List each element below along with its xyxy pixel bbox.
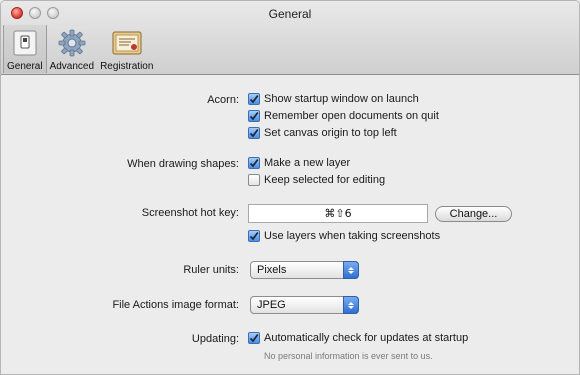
tab-general-label: General	[7, 61, 43, 72]
option-auto-check-updates[interactable]: Automatically check for updates at start…	[248, 332, 468, 344]
preferences-toolbar: General Advanced Registration	[3, 25, 156, 73]
checkbox[interactable]	[248, 230, 260, 242]
hotkey-label: Screenshot hot key:	[141, 207, 239, 219]
checkbox-label: Use layers when taking screenshots	[264, 230, 441, 242]
change-hotkey-button[interactable]: Change...	[435, 206, 512, 222]
drawing-shapes-label: When drawing shapes:	[127, 158, 239, 170]
file-actions-format-value: JPEG	[257, 299, 286, 311]
option-use-layers-screenshots[interactable]: Use layers when taking screenshots	[248, 230, 440, 242]
checkbox[interactable]	[248, 174, 260, 186]
ruler-units-label: Ruler units:	[183, 264, 239, 276]
privacy-note: No personal information is ever sent to …	[264, 351, 433, 361]
option-show-startup-window[interactable]: Show startup window on launch	[248, 93, 419, 105]
checkbox-label: Automatically check for updates at start…	[264, 332, 469, 344]
tab-advanced-label: Advanced	[49, 61, 95, 72]
file-actions-format-select[interactable]: JPEG	[250, 296, 359, 314]
chevron-up-down-icon	[343, 261, 359, 279]
checkbox-label: Show startup window on launch	[264, 93, 419, 105]
acorn-label: Acorn:	[207, 94, 239, 106]
option-canvas-origin-top-left[interactable]: Set canvas origin to top left	[248, 127, 397, 139]
chevron-up-down-icon	[343, 296, 359, 314]
file-actions-format-label: File Actions image format:	[112, 299, 239, 311]
tab-registration-label: Registration	[100, 61, 154, 72]
checkbox-label: Remember open documents on quit	[264, 110, 439, 122]
ruler-units-select[interactable]: Pixels	[250, 261, 359, 279]
window-title: General	[268, 7, 312, 21]
tab-registration[interactable]: Registration	[97, 25, 156, 73]
ruler-units-value: Pixels	[257, 264, 287, 276]
checkbox[interactable]	[248, 332, 260, 344]
gear-icon	[56, 29, 88, 57]
preferences-window: General General Advanced Registration Ac…	[0, 0, 580, 375]
checkbox-label: Keep selected for editing	[264, 174, 386, 186]
option-make-new-layer[interactable]: Make a new layer	[248, 157, 350, 169]
title-bar: General General Advanced Registration	[1, 1, 579, 75]
checkbox[interactable]	[248, 110, 260, 122]
tab-general[interactable]: General	[3, 25, 47, 73]
preferences-content: Acorn: Show startup window on launch Rem…	[1, 76, 579, 374]
checkbox-label: Set canvas origin to top left	[264, 127, 397, 139]
option-keep-selected[interactable]: Keep selected for editing	[248, 174, 385, 186]
updating-label: Updating:	[191, 333, 239, 345]
checkbox[interactable]	[248, 127, 260, 139]
checkbox-label: Make a new layer	[264, 157, 351, 169]
checkbox[interactable]	[248, 93, 260, 105]
certificate-icon	[111, 29, 143, 57]
hotkey-field[interactable]: ⌘⇧6	[248, 204, 428, 223]
option-remember-open-documents[interactable]: Remember open documents on quit	[248, 110, 439, 122]
switch-icon	[9, 29, 41, 57]
tab-advanced[interactable]: Advanced	[47, 25, 97, 73]
checkbox[interactable]	[248, 157, 260, 169]
